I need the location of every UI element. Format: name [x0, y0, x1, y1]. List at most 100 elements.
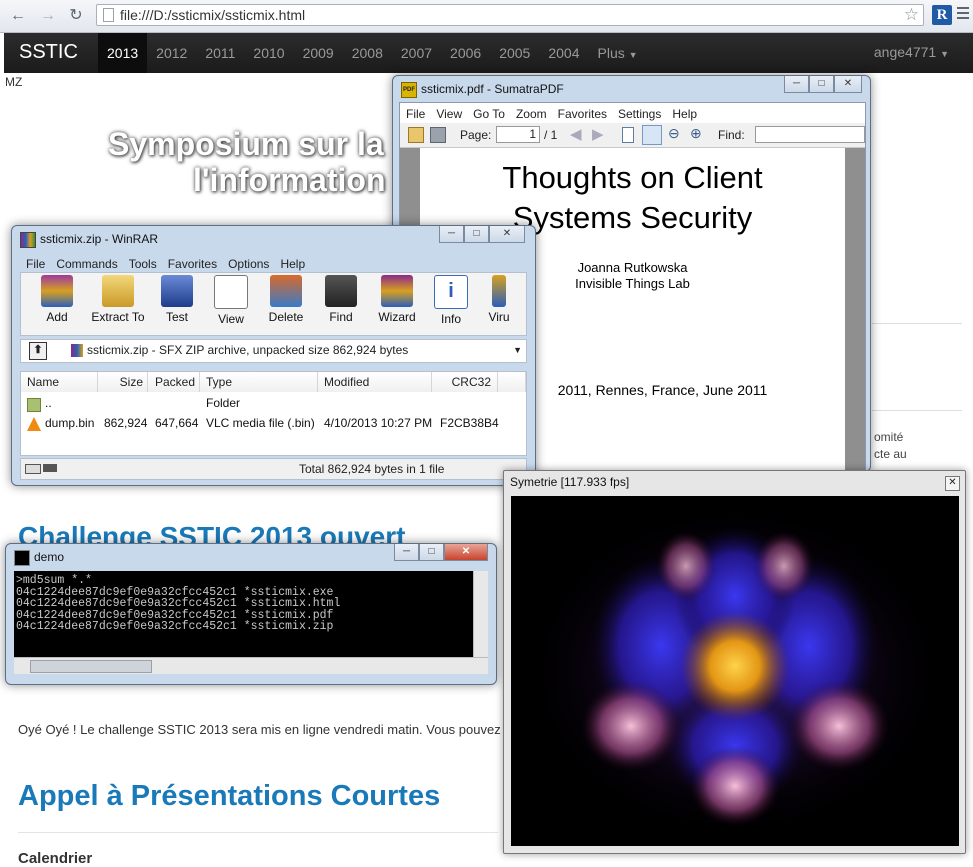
add-icon [41, 275, 73, 307]
key-icon [43, 464, 57, 472]
url-text[interactable]: file:///D:/ssticmix/ssticmix.html [120, 7, 305, 23]
maximize-button[interactable]: □ [809, 76, 834, 93]
back-icon[interactable]: ← [8, 6, 28, 26]
address-bar[interactable]: file:///D:/ssticmix/ssticmix.html ☆ [96, 4, 924, 26]
menu-tools[interactable]: Tools [129, 257, 157, 271]
nav-year-2012[interactable]: 2012 [147, 33, 196, 73]
add-button[interactable]: Add [31, 275, 83, 324]
menu-favorites[interactable]: Favorites [558, 107, 607, 121]
nav-year-2004[interactable]: 2004 [539, 33, 588, 73]
nav-year-2010[interactable]: 2010 [244, 33, 293, 73]
maximize-button[interactable]: □ [464, 226, 489, 243]
menu-goto[interactable]: Go To [473, 107, 505, 121]
mz-text: MZ [5, 75, 23, 89]
minimize-button[interactable]: ─ [439, 226, 464, 243]
column-filler [498, 372, 526, 392]
nav-year-2013[interactable]: 2013 [98, 33, 148, 73]
fit-width-icon[interactable] [642, 125, 662, 145]
column-crc32[interactable]: CRC32 [432, 372, 498, 392]
column-type[interactable]: Type [200, 372, 318, 392]
close-button[interactable]: ✕ [444, 544, 488, 561]
menu-view[interactable]: View [436, 107, 462, 121]
menu-favorites[interactable]: Favorites [168, 257, 217, 271]
horizontal-scrollbar[interactable] [14, 657, 488, 674]
year-nav: 2013 2012 2011 2010 2009 2008 2007 2006 … [98, 33, 647, 73]
nav-year-2007[interactable]: 2007 [392, 33, 441, 73]
column-size[interactable]: Size [98, 372, 148, 392]
fit-page-icon[interactable] [622, 127, 634, 143]
test-button[interactable]: Test [151, 275, 203, 324]
menu-options[interactable]: Options [228, 257, 269, 271]
binoculars-icon [325, 275, 357, 307]
find-button[interactable]: Find [315, 275, 367, 324]
column-packed[interactable]: Packed [148, 372, 200, 392]
close-button[interactable]: ✕ [945, 476, 960, 491]
menu-icon[interactable] [957, 7, 969, 22]
open-icon[interactable] [408, 127, 424, 143]
vertical-scrollbar[interactable] [473, 571, 488, 657]
console-output[interactable]: >md5sum *.* 04c1224dee87dc9ef0e9a32cfcc4… [14, 571, 488, 674]
file-type: Folder [206, 396, 241, 410]
window-title: Symetrie [117.933 fps] [510, 475, 630, 489]
view-button[interactable]: View [205, 275, 257, 326]
nav-year-2011[interactable]: 2011 [196, 33, 244, 73]
wizard-button[interactable]: Wizard [371, 275, 423, 324]
nav-year-2008[interactable]: 2008 [343, 33, 392, 73]
file-type: VLC media file (.bin) [206, 416, 315, 430]
menu-help[interactable]: Help [672, 107, 697, 121]
info-button[interactable]: i Info [425, 275, 477, 326]
extract-to-button[interactable]: Extract To [87, 275, 149, 324]
print-icon[interactable] [430, 127, 446, 143]
menu-file[interactable]: File [26, 257, 45, 271]
info-icon: i [434, 275, 468, 309]
forward-icon[interactable]: → [38, 6, 58, 26]
minimize-button[interactable]: ─ [784, 76, 809, 93]
maximize-button[interactable]: □ [419, 544, 444, 561]
zoom-out-icon[interactable]: ⊖ [668, 125, 680, 142]
delete-button[interactable]: Delete [260, 275, 312, 324]
find-input[interactable] [755, 126, 865, 143]
menu-help[interactable]: Help [280, 257, 305, 271]
drive-icon [25, 464, 41, 474]
close-button[interactable]: ✕ [489, 226, 525, 243]
path-bar[interactable]: ⬆ ssticmix.zip - SFX ZIP archive, unpack… [20, 339, 527, 363]
minimize-button[interactable]: ─ [394, 544, 419, 561]
zoom-in-icon[interactable]: ⊕ [690, 125, 702, 142]
view-label: View [218, 312, 244, 326]
table-row[interactable]: .. Folder [21, 396, 526, 414]
nav-year-2009[interactable]: 2009 [294, 33, 343, 73]
up-folder-icon[interactable]: ⬆ [29, 342, 47, 360]
bookmark-star-icon[interactable]: ☆ [904, 5, 919, 25]
file-packed: 647,664 [155, 416, 199, 430]
scroll-thumb[interactable] [30, 660, 152, 673]
table-row[interactable]: dump.bin 862,924 647,664 VLC media file … [21, 416, 526, 434]
nav-more[interactable]: Plus ▼ [589, 33, 647, 73]
caption-buttons: ─ □ ✕ [439, 226, 525, 244]
page-input[interactable]: 1 [496, 126, 540, 143]
reload-icon[interactable]: ↻ [66, 6, 86, 26]
menu-settings[interactable]: Settings [618, 107, 661, 121]
prev-page-icon[interactable]: ◀ [570, 125, 582, 143]
caption-buttons: ─ □ ✕ [394, 544, 488, 562]
test-icon [161, 275, 193, 307]
window-title: ssticmix.pdf - SumatraPDF [421, 82, 564, 96]
file-size: 862,924 [104, 416, 148, 430]
extension-r-icon[interactable]: R [932, 5, 952, 25]
dropdown-arrow-icon[interactable]: ▼ [513, 345, 522, 355]
menu-zoom[interactable]: Zoom [516, 107, 547, 121]
appel-heading[interactable]: Appel à Présentations Courtes [18, 780, 440, 813]
menu-file[interactable]: File [406, 107, 425, 121]
nav-year-2005[interactable]: 2005 [490, 33, 539, 73]
user-menu[interactable]: ange4771 ▼ [874, 44, 949, 60]
find-label: Find: [718, 128, 745, 142]
column-name[interactable]: Name [21, 372, 98, 392]
close-button[interactable]: ✕ [834, 76, 862, 93]
nav-year-2006[interactable]: 2006 [441, 33, 490, 73]
column-modified[interactable]: Modified [318, 372, 432, 392]
browser-toolbar: ← → ↻ file:///D:/ssticmix/ssticmix.html … [0, 0, 973, 33]
sumatra-toolbar: Page: 1 / 1 ◀ ▶ ⊖ ⊕ Find: [400, 123, 865, 148]
menu-commands[interactable]: Commands [56, 257, 117, 271]
site-brand[interactable]: SSTIC [19, 41, 78, 64]
virus-scan-button[interactable]: Viru [479, 275, 519, 324]
next-page-icon[interactable]: ▶ [592, 125, 604, 143]
